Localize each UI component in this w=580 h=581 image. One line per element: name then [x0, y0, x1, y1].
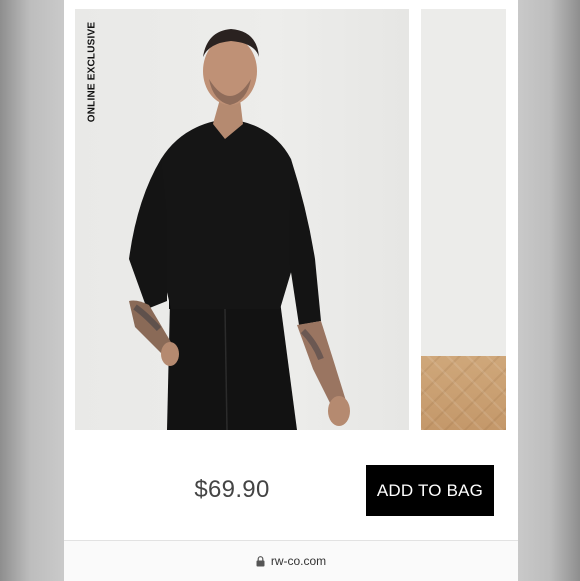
product-page: ONLINE EXCLUSIVE $69.90 ADD TO BAG rw-co…: [64, 0, 518, 581]
lock-icon: [256, 555, 265, 566]
browser-url-bar[interactable]: rw-co.com: [64, 540, 518, 581]
thumbnail-floor: [421, 356, 506, 430]
online-exclusive-badge: ONLINE EXCLUSIVE: [84, 17, 100, 127]
model-photo: [129, 29, 350, 430]
add-to-bag-button[interactable]: ADD TO BAG: [366, 465, 494, 516]
product-thumbnail-image[interactable]: [421, 9, 506, 430]
url-text: rw-co.com: [270, 554, 327, 568]
product-price: $69.90: [194, 476, 270, 503]
product-main-image[interactable]: ONLINE EXCLUSIVE: [75, 9, 409, 430]
badge-text: ONLINE EXCLUSIVE: [86, 21, 98, 123]
